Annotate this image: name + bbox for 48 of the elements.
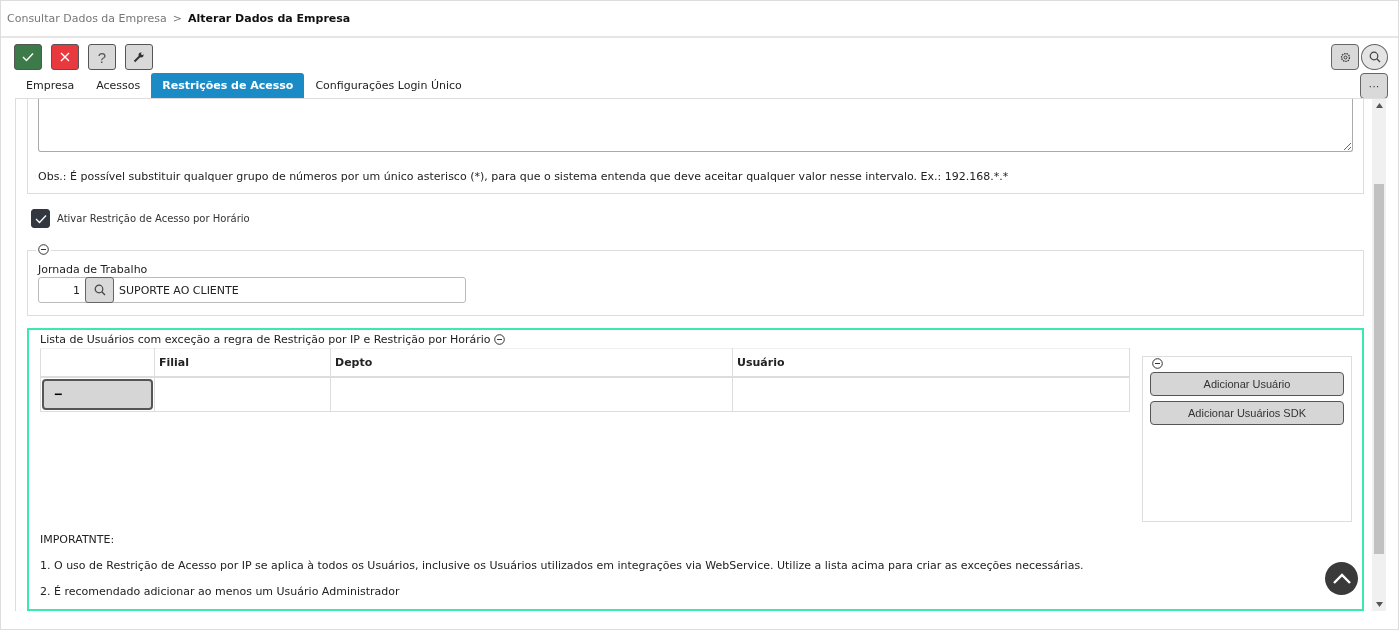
more-button[interactable]: ··· [1360, 73, 1388, 99]
column-header: Depto [330, 348, 733, 377]
column-header: Usuário [732, 348, 1130, 377]
description-value: SUPORTE AO CLIENTE [118, 283, 239, 297]
code-value: 1 [72, 283, 81, 297]
lookup-field[interactable]: 1 SUPORTE AO CLIENTE [38, 277, 466, 303]
breadcrumb-link[interactable]: Consultar Dados da Empresa [7, 12, 167, 25]
page-title: Alterar Dados da Empresa [188, 12, 351, 25]
check-icon [22, 52, 34, 62]
ip-list-field[interactable] [38, 99, 1353, 152]
checkbox-label: Ativar Restrição de Acesso por Horário [57, 213, 250, 224]
add-user-button[interactable]: Adicionar Usuários SDK [1150, 401, 1344, 425]
settings-icon [1339, 51, 1351, 63]
checkbox[interactable] [31, 209, 50, 228]
collapse-icon[interactable] [1152, 358, 1163, 369]
breadcrumb-separator: > [172, 12, 182, 25]
tab[interactable]: Acessos [85, 73, 152, 98]
collapse-icon[interactable] [493, 334, 505, 345]
wrench-icon [133, 51, 145, 63]
note-text: 2. É recomendado adicionar ao menos um Usuário Administrador [40, 585, 401, 598]
close-icon [60, 52, 70, 62]
check-icon [34, 213, 47, 224]
note-text: Obs.: É possível substituir qualquer grupo de números por um único asterisco (*), para que o sistema entenda que deve aceitar qualquer valor nesse intervalo. Ex.: 192.168.*.* [38, 170, 1010, 183]
settings-button[interactable] [1331, 44, 1359, 70]
section-title: Lista de Usuários com exceção a regra de Restrição por IP e Restrição por Horário [40, 333, 491, 346]
column-header: Filial [154, 348, 331, 377]
search-button[interactable] [1361, 44, 1388, 70]
help-button[interactable]: ? [88, 44, 116, 70]
collapse-icon[interactable] [38, 244, 49, 255]
tab[interactable]: Restrições de Acesso [151, 73, 305, 98]
search-icon [93, 284, 106, 296]
confirm-button[interactable] [14, 44, 42, 70]
chevron-up-icon [1332, 573, 1351, 584]
scrollbar[interactable] [1372, 99, 1386, 611]
scroll-down-icon [1375, 602, 1383, 607]
search-icon [1368, 51, 1381, 63]
note-text: 1. O uso de Restrição de Acesso por IP se aplica à todos os Usuários, inclusive os Usuários utilizados em integrações via WebService. Utilize a lista acima para criar as exceções necessárias. [40, 559, 1085, 572]
cancel-button[interactable] [51, 44, 79, 70]
search-button[interactable] [85, 277, 114, 303]
add-user-button[interactable]: Adicionar Usuário [1150, 372, 1344, 396]
notes-heading: IMPORATNTE: [40, 533, 116, 546]
tab[interactable]: Configurações Login Único [304, 73, 473, 98]
tab[interactable]: Empresa [15, 73, 86, 98]
field-label: Jornada de Trabalho [38, 263, 149, 276]
scroll-up-icon [1375, 103, 1383, 108]
scroll-top-button[interactable] [1325, 562, 1358, 595]
tools-button[interactable] [125, 44, 153, 70]
remove-button[interactable]: − [42, 378, 153, 410]
